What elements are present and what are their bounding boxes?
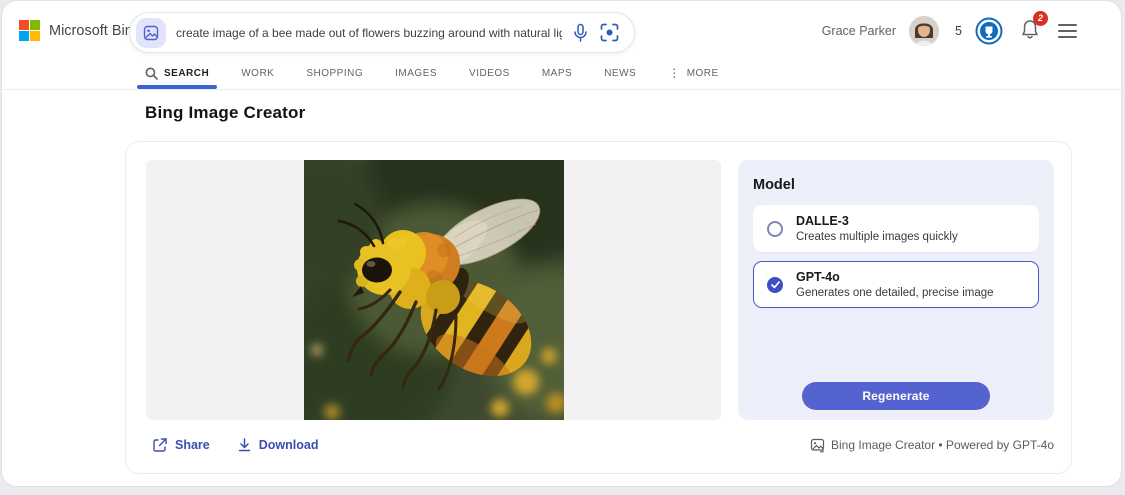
tab-label: MAPS bbox=[542, 68, 572, 79]
image-prompt-chip-icon bbox=[136, 18, 166, 48]
tab-shopping[interactable]: SHOPPING bbox=[306, 68, 363, 79]
download-button[interactable]: Download bbox=[237, 437, 319, 453]
tab-label: NEWS bbox=[604, 68, 636, 79]
microsoft-logo-icon bbox=[19, 20, 40, 41]
generated-image-panel bbox=[146, 160, 721, 420]
bing-page: Microsoft Bing create image of a bee mad… bbox=[1, 0, 1122, 487]
tab-more[interactable]: ⋮ MORE bbox=[668, 67, 719, 79]
tab-search[interactable]: SEARCH bbox=[145, 67, 209, 80]
footer-credit-text: Bing Image Creator • Powered by GPT-4o bbox=[831, 438, 1054, 452]
model-option-name: GPT-4o bbox=[796, 270, 994, 284]
rewards-icon[interactable] bbox=[975, 17, 1003, 45]
user-name[interactable]: Grace Parker bbox=[822, 24, 896, 38]
model-panel: Model DALLE-3 Creates multiple images qu… bbox=[738, 160, 1054, 420]
tab-label: SEARCH bbox=[164, 68, 209, 79]
microphone-icon[interactable] bbox=[572, 23, 589, 43]
radio-unchecked-icon[interactable] bbox=[767, 221, 783, 237]
tab-label: SHOPPING bbox=[306, 68, 363, 79]
notifications-bell[interactable]: 2 bbox=[1020, 18, 1040, 45]
image-creator-card: Model DALLE-3 Creates multiple images qu… bbox=[125, 141, 1072, 474]
model-option-name: DALLE-3 bbox=[796, 214, 958, 228]
model-heading: Model bbox=[753, 177, 1039, 193]
tab-label: MORE bbox=[687, 68, 719, 79]
card-footer: Share Download Bing Image Creator • Powe… bbox=[146, 437, 1054, 453]
share-button[interactable]: Share bbox=[152, 437, 210, 453]
tab-work[interactable]: WORK bbox=[241, 68, 274, 79]
account-area: Grace Parker 5 2 bbox=[822, 1, 1077, 61]
hamburger-menu-icon[interactable] bbox=[1058, 24, 1077, 38]
regenerate-button[interactable]: Regenerate bbox=[802, 382, 990, 410]
tab-label: IMAGES bbox=[395, 68, 437, 79]
model-option-dalle3[interactable]: DALLE-3 Creates multiple images quickly bbox=[753, 205, 1039, 252]
avatar[interactable] bbox=[909, 16, 939, 46]
download-label: Download bbox=[259, 438, 319, 452]
generated-bee-image[interactable] bbox=[304, 160, 564, 420]
visual-search-icon[interactable] bbox=[599, 22, 620, 43]
footer-credit: Bing Image Creator • Powered by GPT-4o bbox=[810, 438, 1054, 453]
header: Microsoft Bing create image of a bee mad… bbox=[2, 1, 1121, 61]
search-icon bbox=[145, 67, 158, 80]
model-option-description: Creates multiple images quickly bbox=[796, 231, 958, 243]
radio-checked-icon[interactable] bbox=[767, 277, 783, 293]
share-label: Share bbox=[175, 438, 210, 452]
tab-images[interactable]: IMAGES bbox=[395, 68, 437, 79]
microsoft-bing-home-link[interactable]: Microsoft Bing bbox=[19, 20, 141, 41]
tab-news[interactable]: NEWS bbox=[604, 68, 636, 79]
more-dots-icon: ⋮ bbox=[668, 67, 681, 79]
model-option-description: Generates one detailed, precise image bbox=[796, 287, 994, 299]
rewards-points: 5 bbox=[955, 24, 962, 38]
tab-label: WORK bbox=[241, 68, 274, 79]
search-query-text[interactable]: create image of a bee made out of flower… bbox=[176, 26, 562, 40]
nav-tabs: SEARCH WORK SHOPPING IMAGES VIDEOS MAPS … bbox=[2, 61, 1121, 90]
download-icon bbox=[237, 437, 252, 453]
notification-badge: 2 bbox=[1033, 11, 1048, 26]
model-option-gpt4o[interactable]: GPT-4o Generates one detailed, precise i… bbox=[753, 261, 1039, 308]
tab-maps[interactable]: MAPS bbox=[542, 68, 572, 79]
image-creator-icon bbox=[810, 438, 825, 453]
tab-videos[interactable]: VIDEOS bbox=[469, 68, 510, 79]
page-title: Bing Image Creator bbox=[145, 103, 305, 123]
search-bar[interactable]: create image of a bee made out of flower… bbox=[129, 12, 635, 53]
tab-label: VIDEOS bbox=[469, 68, 510, 79]
share-icon bbox=[152, 437, 168, 453]
brand-label: Microsoft Bing bbox=[49, 23, 141, 39]
